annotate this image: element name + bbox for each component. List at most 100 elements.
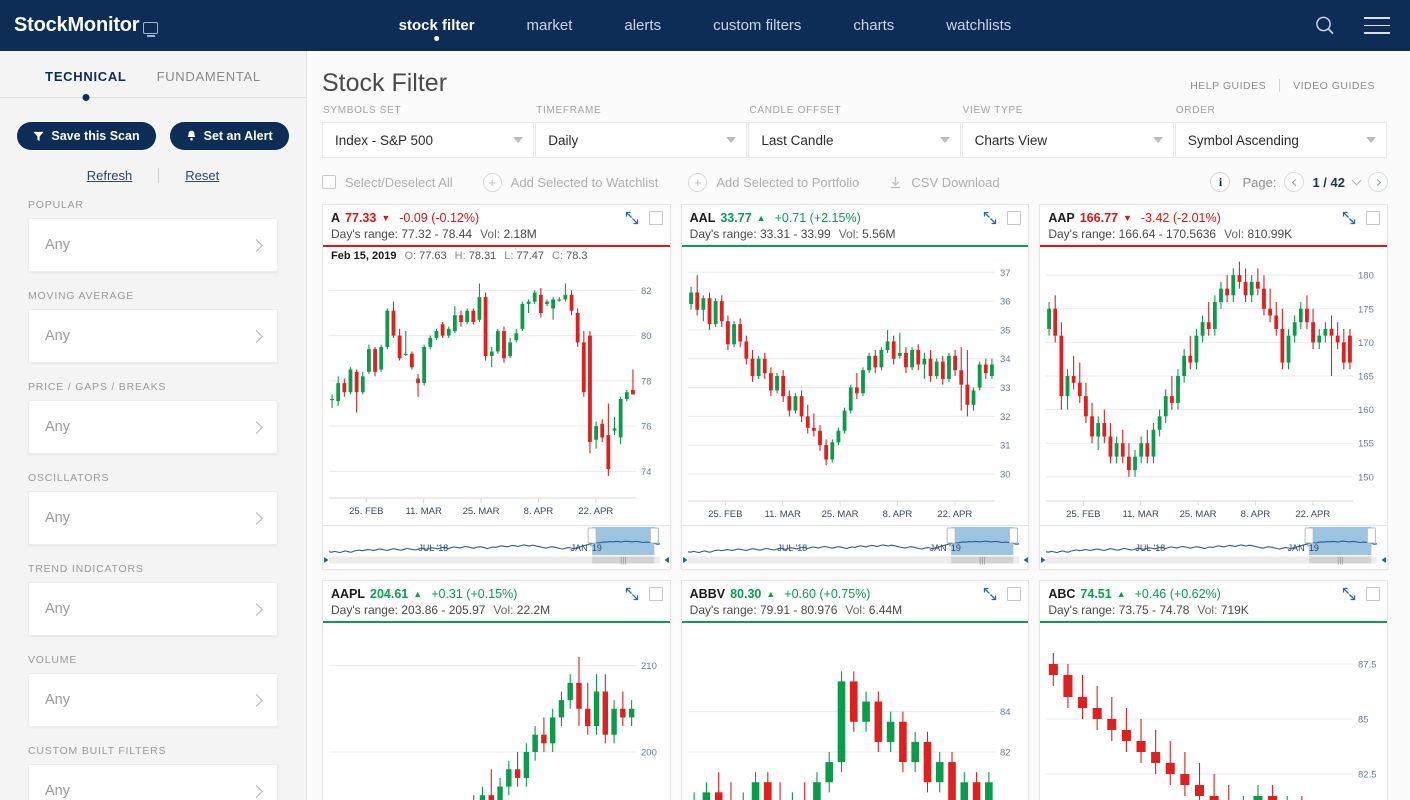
prev-page-button[interactable] [1284,172,1305,192]
svg-text:150: 150 [1358,472,1374,483]
svg-text:11. MAR: 11. MAR [1123,509,1159,520]
stock-select-checkbox[interactable] [1365,587,1380,601]
next-page-button[interactable] [1368,172,1388,192]
filter-group-select[interactable]: Any [28,582,278,636]
filter-dropdown-order[interactable]: Symbol Ascending [1174,122,1388,158]
nav-link-custom-filters[interactable]: custom filters [687,0,827,51]
filter-group-select[interactable]: Any [28,491,278,545]
stock-select-checkbox[interactable] [648,211,663,225]
svg-text:33: 33 [1000,383,1011,394]
ohlc-close: C: 78.3 [552,250,588,262]
svg-text:JAN '19: JAN '19 [1288,543,1319,553]
expand-icon[interactable] [1342,587,1356,601]
filter-dropdown-candle-offset[interactable]: Last Candle [748,122,961,158]
filter-dropdown-symbols-set[interactable]: Index - S&P 500 [322,122,535,158]
add-to-watchlist-button[interactable]: + Add Selected to Watchlist [482,172,658,192]
nav-icons [1314,15,1390,37]
stock-change: +0.71 (+2.15%) [774,211,861,225]
expand-icon[interactable] [625,211,639,225]
chart-range-navigator[interactable]: JUL '18 JAN '19 ||| [323,525,670,569]
help-guides-link[interactable]: HELP GUIDES [1177,80,1279,92]
chevron-down-icon[interactable] [1351,175,1362,185]
chevron-right-icon [250,329,263,343]
filter-label: SYMBOLS SET [323,105,402,116]
video-guides-link[interactable]: VIDEO GUIDES [1280,80,1388,92]
refresh-link[interactable]: Refresh [61,168,159,183]
checkbox-icon[interactable] [322,175,336,189]
stock-select-checkbox[interactable] [648,587,663,601]
filter-group: POPULAR Any [28,199,278,272]
candlestick-chart[interactable]: 30 31 32 33 34 35 36 37 25. FEB 11. MAR 25. MAR 8. … [682,247,1029,523]
expand-icon[interactable] [983,587,997,601]
stock-select-checkbox[interactable] [1007,211,1022,225]
expand-icon[interactable] [625,587,639,601]
sidebar-tab-technical[interactable]: TECHNICAL [45,69,126,97]
nav-link-charts[interactable]: charts [827,0,920,51]
save-scan-button[interactable]: Save this Scan [17,122,156,150]
nav-link-alerts[interactable]: alerts [598,0,687,51]
filter-group-label: CUSTOM BUILT FILTERS [28,745,167,757]
filter-group-value: Any [45,601,70,617]
sidebar-tabs: TECHNICAL FUNDAMENTAL [0,51,306,98]
stock-summary-row: AAL 33.77 ▲ +0.71 (+2.15%) [690,211,1021,225]
volume-value: 22.2M [516,603,551,617]
day-range-label: Day's range: [331,603,398,617]
stock-range-row: Day's range: 203.86 - 205.97 Vol: 22.2M [331,603,662,617]
brand-logo[interactable]: StockMonitor [14,14,159,37]
csv-download-button[interactable]: CSV Download [889,175,1000,190]
stock-summary-row: ABBV 80.30 ▲ +0.60 (+0.75%) [690,587,1021,601]
expand-icon[interactable] [983,211,997,225]
svg-text:34: 34 [1000,354,1011,365]
filter-dropdown-view-type[interactable]: Charts View [961,122,1174,158]
stock-change: +0.60 (+0.75%) [784,587,871,601]
funnel-icon [33,131,44,142]
filter-group: CUSTOM BUILT FILTERS Any [28,745,278,800]
candlestick-chart[interactable]: 8082.58587.525. FEB11. MAR25. MAR8. APR2… [1040,623,1387,800]
bell-icon [186,130,197,142]
ohlc-date: Feb 15, 2019 [331,250,397,262]
filter-dropdown-timeframe[interactable]: Daily [535,122,748,158]
svg-text:22. APR: 22. APR [578,506,613,517]
plus-icon: + [482,172,502,192]
day-range-label: Day's range: [1048,603,1116,617]
candlestick-chart[interactable]: 150 155 160 165 170 175 180 25. FEB 11. MAR 25. M… [1040,247,1387,523]
filter-group-select[interactable]: Any [28,400,278,454]
reset-link[interactable]: Reset [159,168,245,183]
search-icon[interactable] [1314,15,1336,37]
stock-symbol: ABC [1048,587,1076,601]
nav-link-watchlists[interactable]: watchlists [920,0,1037,51]
filter-group-select[interactable]: Any [28,764,278,800]
svg-text:11. MAR: 11. MAR [764,509,800,520]
filter-column: CANDLE OFFSET Last Candle [748,105,961,158]
stock-price: 166.77 [1079,211,1118,225]
volume-label: Vol: [1197,603,1218,617]
chart-range-navigator[interactable]: JUL '18 JAN '19 ||| [1040,525,1387,569]
expand-icon[interactable] [1342,211,1356,225]
select-all-label: Select/Deselect All [345,174,453,190]
sidebar-tab-fundamental[interactable]: FUNDAMENTAL [157,69,261,97]
info-icon[interactable]: i [1210,172,1231,192]
filter-group: MOVING AVERAGE Any [28,290,278,363]
candlestick-chart[interactable]: 19020021025. FEB11. MAR25. MAR8. APR22. … [323,623,670,800]
filter-group-select[interactable]: Any [28,309,278,363]
filter-label: VIEW TYPE [962,105,1024,116]
filter-group-value: Any [45,783,70,799]
hamburger-menu-icon[interactable] [1364,17,1390,34]
chart-range-navigator[interactable]: JUL '18 JAN '19 ||| [681,525,1029,569]
candlestick-chart[interactable]: 828425. FEB11. MAR25. MAR8. APR22. APR [682,623,1029,800]
stock-select-checkbox[interactable] [1007,587,1022,601]
filter-group-select[interactable]: Any [28,218,278,272]
stock-card: A 77.33 ▼ -0.09 (-0.12%) Day's range: 77.32 … [322,204,671,570]
stock-card-header: AAPL 204.61 ▲ +0.31 (+0.15%) Day's range: 20… [323,581,670,621]
select-all-toggle[interactable]: Select/Deselect All [322,175,453,190]
direction-arrow-icon: ▲ [756,213,766,223]
candlestick-chart[interactable]: 74 76 78 80 82 25. FEB 11. MAR 25. MAR 8. APR 22.… [323,262,670,520]
add-to-portfolio-button[interactable]: + Add Selected to Portfolio [688,172,859,192]
nav-link-market[interactable]: market [501,0,599,51]
set-alert-button[interactable]: Set an Alert [169,122,289,150]
nav-link-stock-filter[interactable]: stock filter [373,0,501,51]
stock-select-checkbox[interactable] [1365,211,1380,225]
filter-value: Symbol Ascending [1187,132,1299,148]
filter-group-select[interactable]: Any [28,673,278,727]
svg-text:170: 170 [1358,338,1374,349]
